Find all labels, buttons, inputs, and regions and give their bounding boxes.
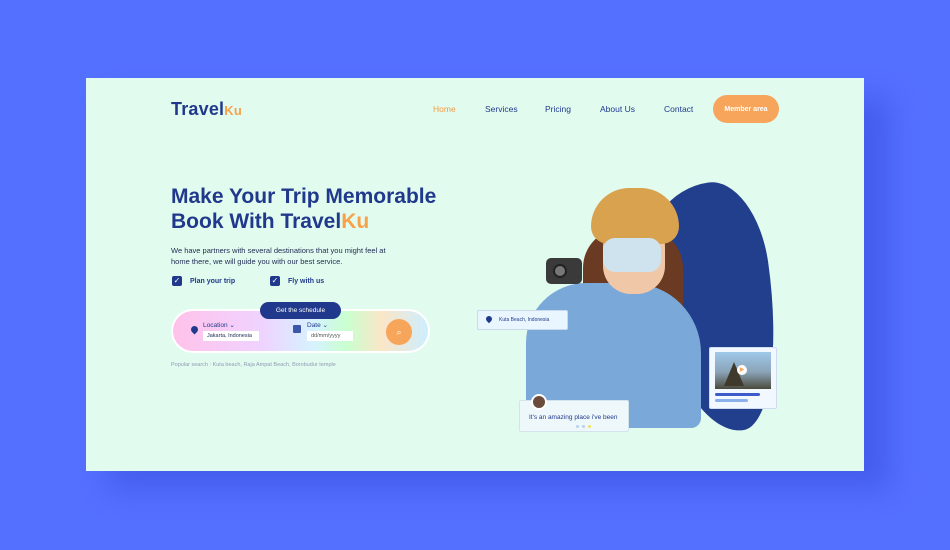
nav-services[interactable]: Services [485, 104, 518, 114]
plan-trip-label: Plan your trip [190, 278, 236, 285]
comment-text: It's an amazing place i've been [529, 414, 618, 421]
hero-title-line2-main: Book With Travel [171, 210, 342, 233]
hero-title-line2: Book With TravelKu [171, 209, 436, 234]
nav-about-us[interactable]: About Us [600, 104, 635, 114]
plan-trip-checkbox[interactable]: ✓ [172, 276, 182, 286]
check-icon: ✓ [173, 276, 181, 285]
logo-suffix: Ku [224, 103, 242, 118]
hero-title-line1: Make Your Trip Memorable [171, 185, 437, 208]
carousel-dot[interactable] [582, 425, 585, 428]
fly-with-us-label: Fly with us [288, 278, 325, 285]
carousel-dot-active[interactable] [588, 425, 591, 428]
date-label[interactable]: Date ⌄ [307, 321, 328, 329]
popular-search: Popular search : Kuta beach, Raja Ampat … [171, 362, 336, 368]
location-input[interactable]: Jakarta, Indonesia [203, 331, 259, 341]
search-icon: ⌕ [396, 326, 402, 337]
get-schedule-button[interactable]: Get the schedule [260, 302, 341, 319]
landing-page: TravelKu Home Services Pricing About Us … [86, 78, 864, 471]
check-icon: ✓ [271, 276, 279, 285]
logo-main: Travel [171, 99, 225, 119]
chevron-down-icon: ⌄ [229, 322, 235, 329]
hero-description: We have partners with several destinatio… [171, 246, 386, 266]
brand-logo[interactable]: TravelKu [171, 99, 242, 120]
location-label[interactable]: Location ⌄ [203, 321, 235, 329]
calendar-icon [293, 325, 301, 333]
fly-with-us-checkbox[interactable]: ✓ [270, 276, 280, 286]
video-title-bar [715, 393, 760, 396]
traveler-hat [591, 188, 679, 244]
video-subtitle-bar [715, 399, 748, 402]
traveler-mask [603, 238, 661, 272]
hero-title-line2-suffix: Ku [341, 210, 370, 233]
search-button[interactable]: ⌕ [386, 319, 412, 345]
play-icon[interactable]: ▶ [737, 365, 747, 375]
nav-home[interactable]: Home [433, 104, 456, 114]
location-tag-text: Kuta Beach, Indonesia [499, 317, 550, 323]
date-input[interactable]: dd/mm/yyyy [307, 331, 353, 341]
camera-lens [553, 264, 567, 278]
member-area-button[interactable]: Member area [713, 95, 779, 123]
carousel-dot[interactable] [576, 425, 579, 428]
hero-title: Make Your Trip Memorable Book With Trave… [171, 184, 436, 234]
nav-pricing[interactable]: Pricing [545, 104, 571, 114]
avatar [531, 394, 547, 410]
nav-contact[interactable]: Contact [664, 104, 693, 114]
chevron-down-icon: ⌄ [322, 322, 328, 329]
